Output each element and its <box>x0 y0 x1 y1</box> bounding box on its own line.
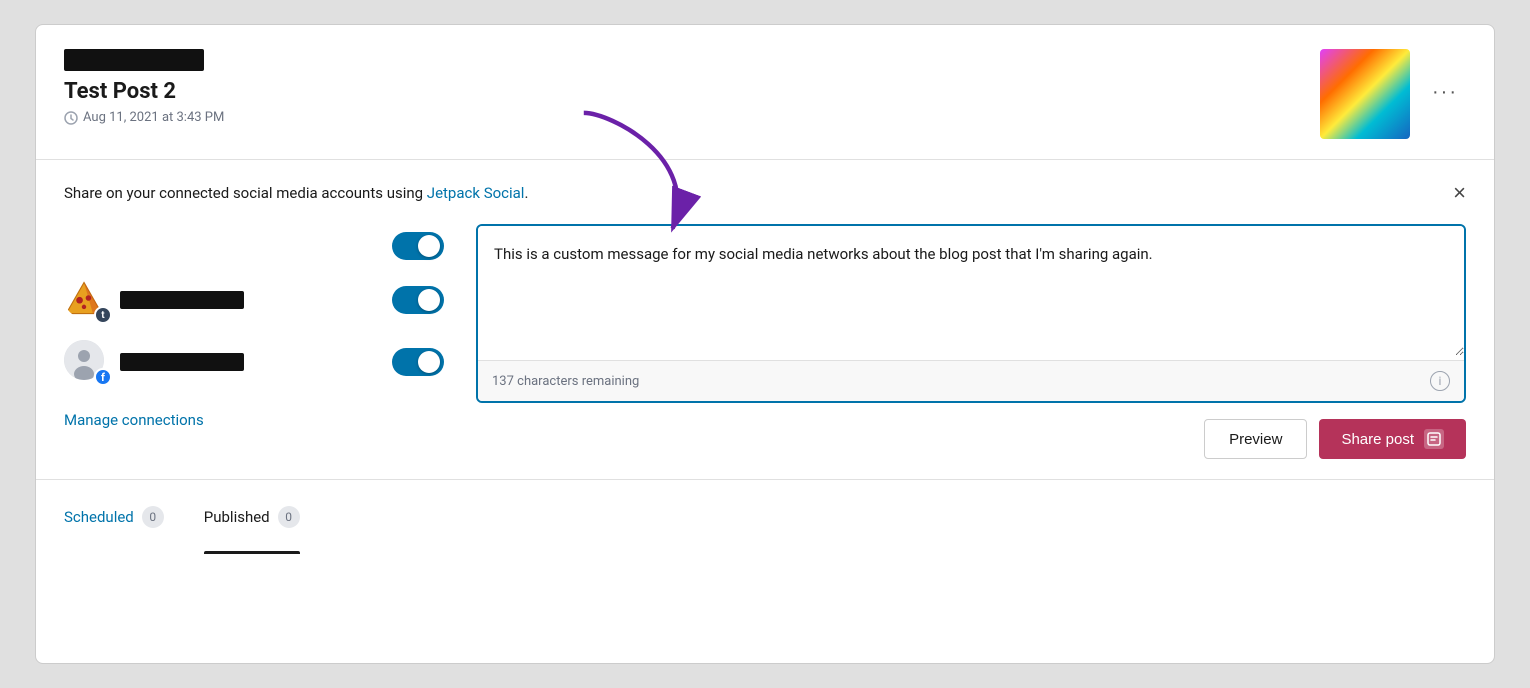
post-header: Test Post 2 Aug 11, 2021 at 3:43 PM ··· <box>36 25 1494 160</box>
more-options-button[interactable]: ··· <box>1424 77 1466 108</box>
char-count: 137 characters remaining <box>492 374 639 389</box>
message-area: 137 characters remaining i Preview Share… <box>476 224 1466 479</box>
clock-icon <box>64 111 78 125</box>
social-area: t <box>64 224 1466 479</box>
tab-published[interactable]: Published 0 <box>204 498 316 536</box>
toggle-1[interactable] <box>392 232 444 260</box>
account-row-facebook: f <box>64 340 444 384</box>
post-thumbnail <box>1320 49 1410 139</box>
tumblr-badge: t <box>94 306 112 324</box>
manage-connections-wrapper: Manage connections <box>64 410 444 429</box>
post-title-redacted <box>64 49 204 71</box>
post-title: Test Post 2 <box>64 79 224 104</box>
account-row-tumblr: t <box>64 278 444 322</box>
facebook-icon-wrapper: f <box>64 340 108 384</box>
share-banner: Share on your connected social media acc… <box>64 182 1466 204</box>
bottom-tabs: Scheduled 0 Published 0 <box>36 479 1494 550</box>
toggle-facebook[interactable] <box>392 348 444 376</box>
toggle-tumblr[interactable] <box>392 286 444 314</box>
action-buttons: Preview Share post <box>476 403 1466 479</box>
header-actions: ··· <box>1320 49 1466 139</box>
manage-connections-link[interactable]: Manage connections <box>64 411 204 429</box>
tumblr-account-name-redacted <box>120 291 244 309</box>
tumblr-icon-wrapper: t <box>64 278 108 322</box>
share-description: Share on your connected social media acc… <box>64 184 528 202</box>
tab-scheduled[interactable]: Scheduled 0 <box>64 498 180 536</box>
post-info: Test Post 2 Aug 11, 2021 at 3:43 PM <box>64 49 224 125</box>
close-button[interactable]: × <box>1453 182 1466 204</box>
message-textarea[interactable] <box>478 226 1464 356</box>
published-count-badge: 0 <box>278 506 300 528</box>
message-footer: 137 characters remaining i <box>478 360 1464 401</box>
share-post-button[interactable]: Share post <box>1319 419 1466 459</box>
scheduled-count-badge: 0 <box>142 506 164 528</box>
accounts-list: t <box>64 224 444 429</box>
facebook-account-name-redacted <box>120 353 244 371</box>
main-card: Test Post 2 Aug 11, 2021 at 3:43 PM ··· … <box>35 24 1495 664</box>
preview-button[interactable]: Preview <box>1204 419 1307 459</box>
facebook-badge: f <box>94 368 112 386</box>
share-icon <box>1424 429 1444 449</box>
info-icon[interactable]: i <box>1430 371 1450 391</box>
main-content: Share on your connected social media acc… <box>36 160 1494 479</box>
message-box-wrapper: 137 characters remaining i <box>476 224 1466 403</box>
toggle-row-1 <box>64 232 444 260</box>
post-date: Aug 11, 2021 at 3:43 PM <box>64 110 224 125</box>
jetpack-social-link[interactable]: Jetpack Social <box>427 184 525 202</box>
